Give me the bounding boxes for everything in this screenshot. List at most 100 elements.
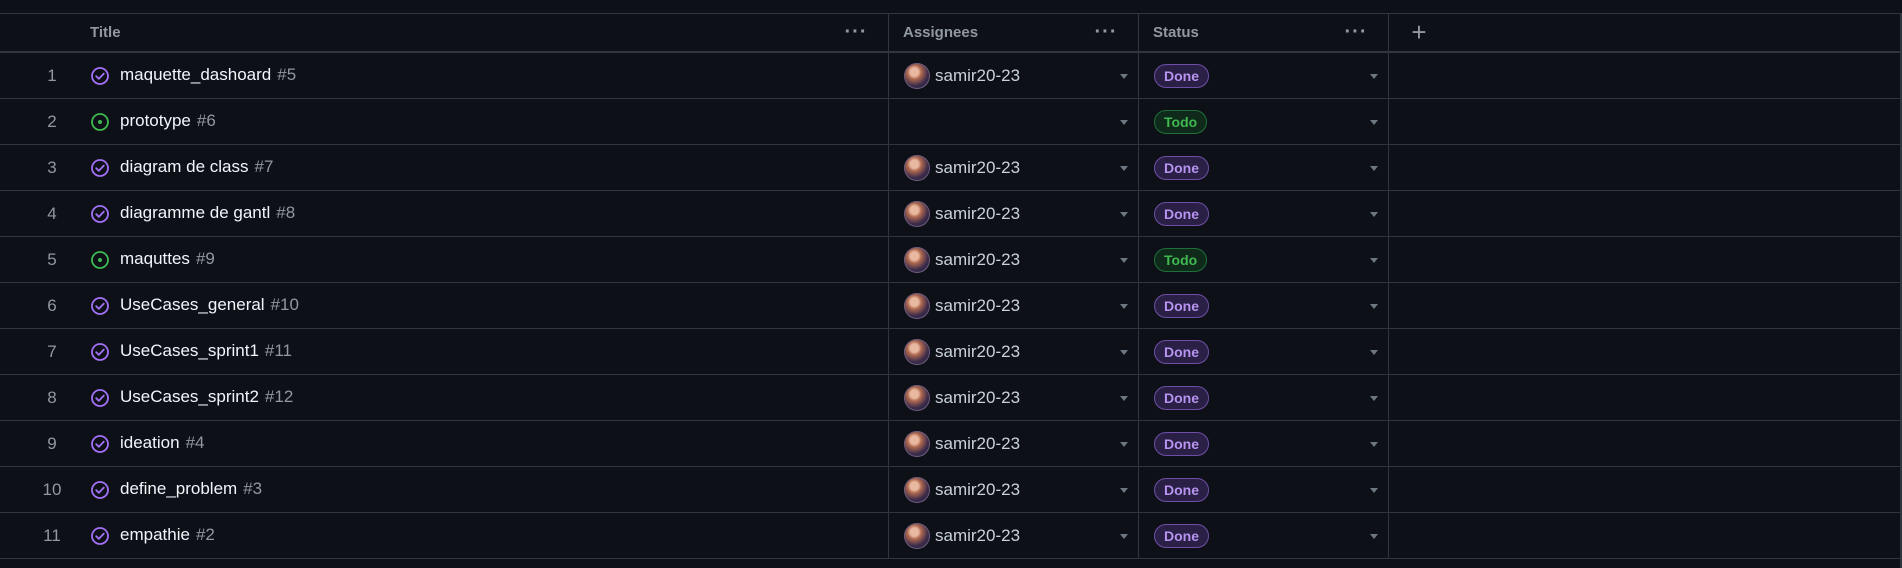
table-row[interactable]: 10 define_problem #3 samir20-23 Done — [0, 467, 1902, 513]
row-number: 3 — [47, 157, 57, 177]
row-number-cell: 9 — [0, 421, 72, 466]
table-row[interactable]: 9 ideation #4 samir20-23 Done — [0, 421, 1902, 467]
status-cell[interactable]: Done — [1139, 513, 1389, 558]
assignees-cell[interactable]: samir20-23 — [889, 467, 1139, 512]
table-row[interactable]: 8 UseCases_sprint2 #12 samir20-23 Done — [0, 375, 1902, 421]
status-cell[interactable]: Done — [1139, 53, 1389, 98]
column-header-title[interactable]: Title ··· — [0, 14, 889, 51]
table-row[interactable]: 11 empathie #2 samir20-23 Done — [0, 513, 1902, 559]
status-dropdown-caret-icon[interactable] — [1370, 396, 1378, 401]
issue-title-link[interactable]: diagramme de gantl #8 — [120, 203, 295, 223]
status-cell[interactable]: Done — [1139, 329, 1389, 374]
assignees-dropdown-caret-icon[interactable] — [1120, 74, 1128, 79]
issue-title-link[interactable]: UseCases_sprint1 #11 — [120, 341, 292, 361]
status-dropdown-caret-icon[interactable] — [1370, 74, 1378, 79]
project-table: Title ··· Assignees ··· Status ··· + 1 m… — [0, 0, 1902, 568]
status-cell[interactable]: Done — [1139, 283, 1389, 328]
status-dropdown-caret-icon[interactable] — [1370, 212, 1378, 217]
status-dropdown-caret-icon[interactable] — [1370, 166, 1378, 171]
assignees-dropdown-caret-icon[interactable] — [1120, 120, 1128, 125]
title-cell[interactable]: maquette_dashoard #5 — [72, 53, 889, 98]
status-dropdown-caret-icon[interactable] — [1370, 258, 1378, 263]
status-dropdown-caret-icon[interactable] — [1370, 488, 1378, 493]
title-cell[interactable]: diagram de class #7 — [72, 145, 889, 190]
title-cell[interactable]: UseCases_sprint2 #12 — [72, 375, 889, 420]
issue-title: UseCases_general — [120, 295, 265, 314]
title-cell[interactable]: UseCases_general #10 — [72, 283, 889, 328]
issue-title-link[interactable]: prototype #6 — [120, 111, 216, 131]
status-cell[interactable]: Todo — [1139, 99, 1389, 144]
assignees-dropdown-caret-icon[interactable] — [1120, 258, 1128, 263]
status-dropdown-caret-icon[interactable] — [1370, 120, 1378, 125]
issue-title-link[interactable]: define_problem #3 — [120, 479, 262, 499]
add-field-plus-icon[interactable]: + — [1404, 17, 1434, 47]
column-assignees-menu-icon[interactable]: ··· — [1094, 22, 1118, 42]
status-dropdown-caret-icon[interactable] — [1370, 534, 1378, 539]
issue-closed-icon — [90, 296, 110, 316]
assignees-cell[interactable]: samir20-23 — [889, 513, 1139, 558]
issue-closed-icon — [90, 434, 110, 454]
assignees-dropdown-caret-icon[interactable] — [1120, 212, 1128, 217]
assignees-cell[interactable] — [889, 99, 1139, 144]
assignees-dropdown-caret-icon[interactable] — [1120, 534, 1128, 539]
assignees-dropdown-caret-icon[interactable] — [1120, 350, 1128, 355]
status-dropdown-caret-icon[interactable] — [1370, 442, 1378, 447]
status-cell[interactable]: Done — [1139, 421, 1389, 466]
empty-cell — [1389, 53, 1901, 98]
table-row[interactable]: 3 diagram de class #7 samir20-23 Done — [0, 145, 1902, 191]
issue-title-link[interactable]: maquette_dashoard #5 — [120, 65, 296, 85]
status-dropdown-caret-icon[interactable] — [1370, 304, 1378, 309]
assignees-dropdown-caret-icon[interactable] — [1120, 442, 1128, 447]
issue-number: #7 — [254, 157, 274, 176]
column-status-menu-icon[interactable]: ··· — [1344, 22, 1368, 42]
table-row[interactable]: 6 UseCases_general #10 samir20-23 Done — [0, 283, 1902, 329]
column-header-status[interactable]: Status ··· — [1139, 14, 1389, 51]
column-header-assignees-label: Assignees — [903, 24, 979, 41]
table-row[interactable]: 5 maquttes #9 samir20-23 Todo — [0, 237, 1902, 283]
status-cell[interactable]: Done — [1139, 191, 1389, 236]
issue-title-link[interactable]: empathie #2 — [120, 525, 215, 545]
status-cell[interactable]: Done — [1139, 467, 1389, 512]
assignees-cell[interactable]: samir20-23 — [889, 53, 1139, 98]
assignees-cell[interactable]: samir20-23 — [889, 375, 1139, 420]
issue-title-link[interactable]: UseCases_general #10 — [120, 295, 299, 315]
table-row[interactable]: 1 maquette_dashoard #5 samir20-23 Done — [0, 53, 1902, 99]
title-cell[interactable]: UseCases_sprint1 #11 — [72, 329, 889, 374]
assignees-dropdown-caret-icon[interactable] — [1120, 488, 1128, 493]
issue-title-link[interactable]: diagram de class #7 — [120, 157, 273, 177]
issue-number: #6 — [196, 111, 216, 130]
column-title-menu-icon[interactable]: ··· — [844, 22, 868, 42]
status-cell[interactable]: Done — [1139, 375, 1389, 420]
avatar — [904, 247, 930, 273]
title-cell[interactable]: maquttes #9 — [72, 237, 889, 282]
assignees-dropdown-caret-icon[interactable] — [1120, 396, 1128, 401]
assignees-cell[interactable]: samir20-23 — [889, 191, 1139, 236]
assignees-cell[interactable]: samir20-23 — [889, 237, 1139, 282]
assignee-name: samir20-23 — [935, 388, 1021, 407]
issue-title-link[interactable]: maquttes #9 — [120, 249, 215, 269]
title-cell[interactable]: ideation #4 — [72, 421, 889, 466]
title-cell[interactable]: prototype #6 — [72, 99, 889, 144]
column-header-assignees[interactable]: Assignees ··· — [889, 14, 1139, 51]
row-number: 2 — [47, 111, 57, 131]
assignees-cell[interactable]: samir20-23 — [889, 421, 1139, 466]
title-cell[interactable]: diagramme de gantl #8 — [72, 191, 889, 236]
assignees-dropdown-caret-icon[interactable] — [1120, 166, 1128, 171]
title-cell[interactable]: define_problem #3 — [72, 467, 889, 512]
issue-title-link[interactable]: ideation #4 — [120, 433, 204, 453]
status-badge: Todo — [1154, 110, 1208, 134]
assignees-cell[interactable]: samir20-23 — [889, 283, 1139, 328]
status-cell[interactable]: Todo — [1139, 237, 1389, 282]
assignees-cell[interactable]: samir20-23 — [889, 145, 1139, 190]
avatar — [904, 155, 930, 181]
table-row[interactable]: 7 UseCases_sprint1 #11 samir20-23 Done — [0, 329, 1902, 375]
title-cell[interactable]: empathie #2 — [72, 513, 889, 558]
assignees-cell[interactable]: samir20-23 — [889, 329, 1139, 374]
table-row[interactable]: 4 diagramme de gantl #8 samir20-23 Done — [0, 191, 1902, 237]
status-dropdown-caret-icon[interactable] — [1370, 350, 1378, 355]
table-row[interactable]: 2 prototype #6 Todo — [0, 99, 1902, 145]
issue-number: #11 — [264, 341, 293, 360]
assignees-dropdown-caret-icon[interactable] — [1120, 304, 1128, 309]
status-cell[interactable]: Done — [1139, 145, 1389, 190]
issue-title-link[interactable]: UseCases_sprint2 #12 — [120, 387, 293, 407]
